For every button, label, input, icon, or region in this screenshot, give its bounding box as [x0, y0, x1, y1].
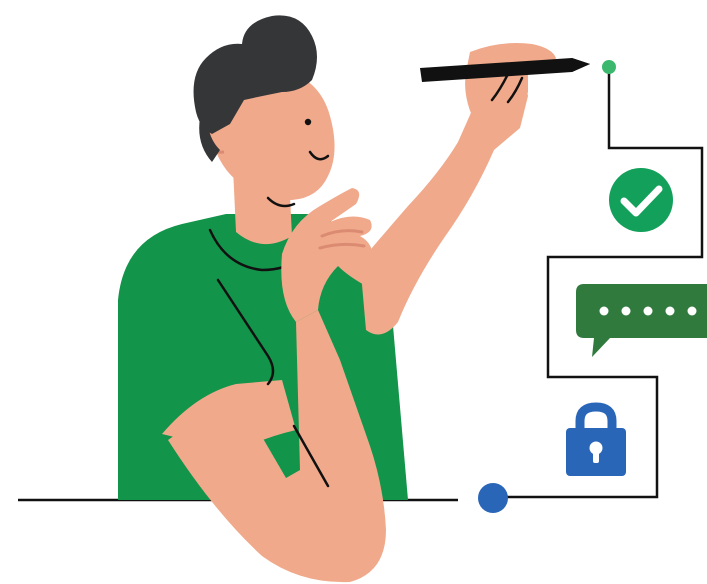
secure-login-illustration	[18, 15, 707, 583]
lock-icon	[566, 402, 626, 476]
password-speech-bubble	[576, 284, 707, 357]
eye	[304, 118, 312, 126]
path-end-dot	[478, 483, 508, 513]
path-start-dot	[602, 60, 616, 74]
checkmark-icon	[609, 168, 673, 232]
raised-hand	[465, 43, 556, 135]
illustration-canvas	[0, 0, 707, 584]
